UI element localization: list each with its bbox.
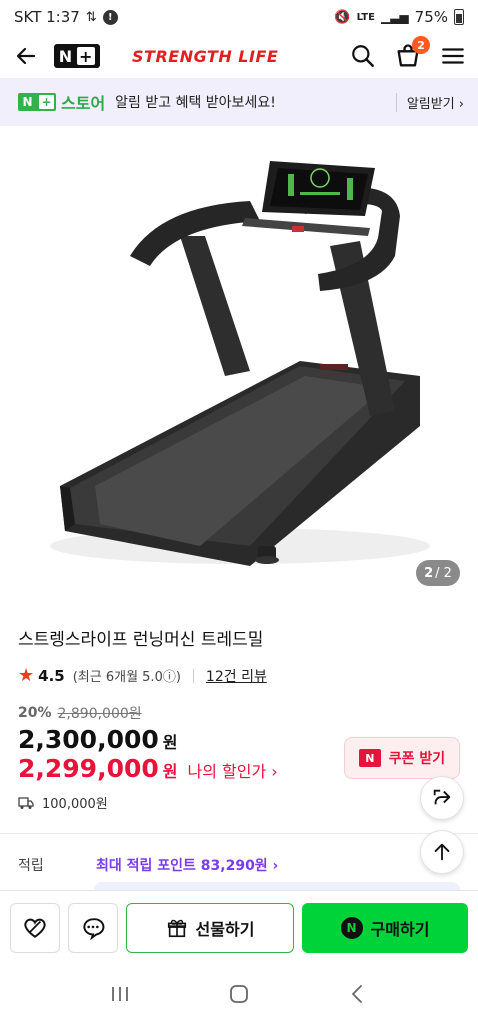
my-price-value: 2,299,000 — [18, 754, 159, 783]
section-divider — [0, 833, 478, 834]
back-nav-icon[interactable] — [347, 983, 369, 1005]
wishlist-button[interactable] — [10, 902, 60, 953]
image-counter: 2 / 2 — [416, 560, 460, 586]
coupon-n-icon: N — [358, 749, 381, 767]
sale-price-value: 2,300,000 — [18, 725, 159, 754]
shipping-fee: 100,000원 — [42, 797, 108, 812]
discount-percent: 20% — [18, 705, 52, 721]
notification-banner[interactable]: N + 스토어 알림 받고 혜택 받아보세요! 알림받기 › — [0, 78, 478, 126]
buy-button[interactable]: N 구매하기 — [302, 902, 468, 953]
gift-label: 선물하기 — [195, 919, 255, 939]
gift-button[interactable]: 선물하기 — [126, 902, 294, 953]
points-value: 최대 적립 포인트 83,290원 › — [96, 858, 279, 874]
my-price-label: 나의 할인가 › — [187, 762, 278, 781]
coupon-button[interactable]: N 쿠폰 받기 — [344, 737, 460, 779]
talk-button[interactable] — [68, 902, 118, 953]
reviews-link[interactable]: 12건 리뷰 — [206, 666, 267, 686]
nplus-badge-icon: N + — [18, 93, 56, 111]
image-total: / 2 — [435, 565, 452, 581]
product-title: 스트렝스라이프 런닝머신 트레드밀 — [18, 630, 264, 650]
notice-text: 알림 받고 혜택 받아보세요! — [115, 95, 276, 111]
carrier-time: SKT 1:37 — [14, 8, 80, 26]
product-image[interactable]: Joonggon — [0, 126, 478, 645]
scroll-top-button[interactable] — [420, 830, 464, 874]
my-price-unit: 원 — [162, 762, 178, 781]
image-current: 2 — [424, 565, 434, 581]
status-bar: SKT 1:37 ⇅ ! 🔇 LTE ▁▃▅ 75% — [0, 0, 478, 34]
subscribe-notification-link[interactable]: 알림받기 › — [395, 92, 464, 112]
gift-icon — [167, 919, 186, 937]
points-row[interactable]: 적립 최대 적립 포인트 83,290원 › — [18, 855, 278, 875]
home-icon[interactable] — [228, 983, 250, 1005]
chat-icon — [83, 917, 105, 940]
nplus-logo[interactable]: N+N+ — [54, 44, 100, 68]
naver-pay-icon: N — [340, 916, 363, 939]
plus-icon: + — [77, 46, 96, 66]
rating-recent[interactable]: (최근 6개월 5.0ⓘ) — [73, 666, 181, 685]
rating-score: 4.5 — [38, 666, 65, 685]
buy-label: 구매하기 — [370, 919, 430, 939]
points-label: 적립 — [18, 858, 44, 874]
menu-icon[interactable] — [440, 43, 466, 69]
mute-icon: 🔇 — [334, 9, 351, 25]
brand-name[interactable]: STRENGTH LIFE — [132, 47, 278, 66]
star-icon: ★ — [18, 665, 35, 686]
alert-icon: ! — [102, 9, 118, 25]
battery-percent: 75% — [414, 8, 448, 26]
system-nav-bar — [0, 964, 478, 1024]
shipping-row: 100,000원 — [18, 793, 108, 812]
cart-count-badge: 2 — [412, 36, 430, 54]
original-price: 2,890,000원 — [57, 706, 142, 722]
action-bar: 선물하기 N 구매하기 — [0, 890, 478, 964]
sale-price: 2,300,000 원 — [18, 725, 178, 754]
nplus-store-logo: N + 스토어 — [18, 90, 105, 114]
cart-button[interactable]: 2 — [394, 36, 430, 70]
share-icon — [433, 789, 451, 805]
store-label: 스토어 — [61, 94, 106, 113]
back-button[interactable] — [12, 42, 40, 70]
coupon-label: 쿠폰 받기 — [388, 751, 446, 767]
arrow-up-icon — [434, 843, 450, 861]
signal-icon: ▁▃▅ — [380, 10, 409, 24]
recent-apps-icon[interactable] — [109, 984, 131, 1004]
data-icon: ⇅ — [85, 9, 97, 25]
treadmill-image — [50, 161, 430, 566]
search-icon[interactable] — [350, 43, 376, 69]
app-header: N+N+ STRENGTH LIFE 2 — [0, 34, 478, 78]
discount-row: 20% 2,890,000원 — [18, 703, 142, 723]
heart-check-icon — [24, 918, 46, 938]
my-discount-price[interactable]: 2,299,000 원 나의 할인가 › — [18, 754, 278, 783]
battery-icon — [454, 9, 464, 25]
divider — [192, 668, 194, 683]
truck-icon — [18, 796, 34, 809]
arrow-left-icon — [16, 47, 36, 65]
sale-price-unit: 원 — [162, 733, 178, 752]
rating-row: ★ 4.5 (최근 6개월 5.0ⓘ) 12건 리뷰 — [18, 665, 267, 686]
network-label: LTE — [356, 11, 375, 23]
share-button[interactable] — [420, 776, 464, 820]
